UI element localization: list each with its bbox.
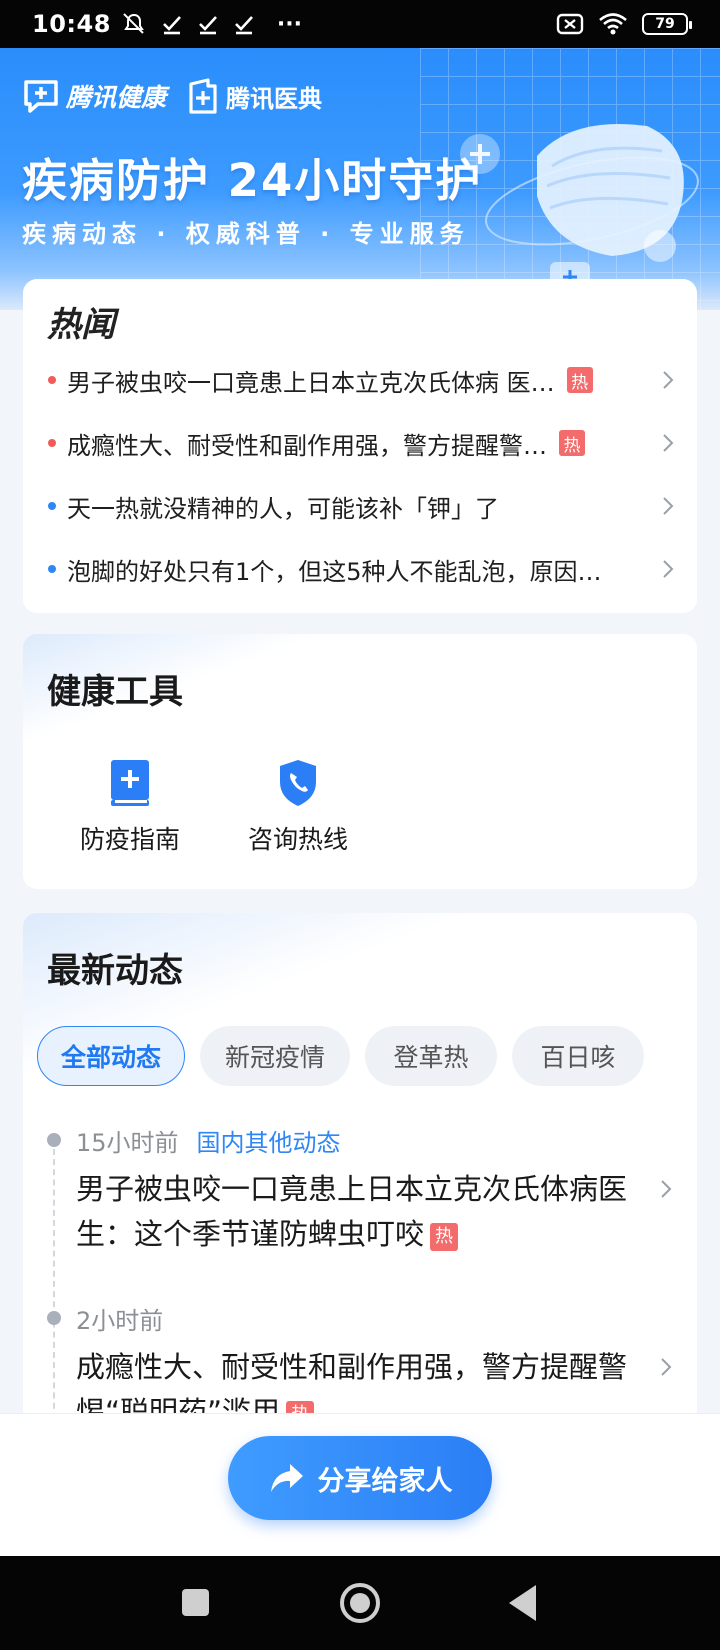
news-dot bbox=[48, 565, 56, 573]
tab-all[interactable]: 全部动态 bbox=[37, 1026, 185, 1086]
phone-shield-icon bbox=[280, 760, 316, 806]
health-tools-title: 健康工具 bbox=[47, 672, 183, 712]
share-arrow-icon bbox=[270, 1464, 303, 1492]
dynamics-title: 男子被虫咬一口竟患上日本立克次氏体病医生：这个季节谨防蜱虫叮咬热 bbox=[76, 1167, 636, 1257]
tool-consult-hotline[interactable]: 咨询热线 bbox=[228, 758, 368, 856]
check-icon bbox=[234, 16, 253, 35]
logo1-text: 腾讯健康 bbox=[66, 83, 167, 112]
dynamics-meta: 2小时前 bbox=[76, 1301, 163, 1336]
tool-label: 咨询热线 bbox=[247, 825, 348, 854]
tencent-health-logo: 腾讯健康 bbox=[22, 78, 166, 114]
back-button[interactable] bbox=[509, 1585, 536, 1621]
health-tools-card: 健康工具 防疫指南 咨询热线 bbox=[23, 634, 697, 889]
battery-icon: 79 bbox=[642, 13, 692, 35]
mute-bell-icon bbox=[123, 13, 144, 34]
dynamics-meta: 15小时前 国内其他动态 bbox=[76, 1123, 341, 1158]
brand-logos: 腾讯健康 腾讯医典 bbox=[22, 78, 322, 114]
dynamics-item[interactable]: 2小时前 成瘾性大、耐受性和副作用强，警方提醒警惕“聪明药”滥用热 bbox=[23, 1301, 697, 1413]
chevron-right-icon bbox=[661, 1358, 672, 1376]
latest-dynamics-title: 最新动态 bbox=[47, 951, 183, 991]
system-nav-bar bbox=[0, 1556, 720, 1650]
timeline-dot bbox=[47, 1311, 61, 1325]
hot-news-card: 热闻 男子被虫咬一口竟患上日本立克次氏体病 医… 热 成瘾性大、耐受性和副作用强… bbox=[23, 279, 697, 613]
hero-banner: 腾讯健康 腾讯医典 疾病防护 24小时守护 疾病动态 · 权威科普 · 专业服务 bbox=[0, 48, 720, 310]
news-item-text: 泡脚的好处只有1个，但这5种人不能乱泡，原因… bbox=[67, 557, 602, 586]
home-button[interactable] bbox=[340, 1583, 380, 1623]
status-notification-icons: ··· bbox=[121, 12, 302, 37]
news-item-text: 成瘾性大、耐受性和副作用强，警方提醒警… bbox=[67, 431, 547, 460]
tab-pertussis[interactable]: 百日咳 bbox=[512, 1026, 644, 1086]
battery-level: 79 bbox=[655, 16, 675, 32]
medical-book-icon bbox=[111, 760, 149, 806]
dynamics-title-text: 男子被虫咬一口竟患上日本立克次氏体病医生：这个季节谨防蜱虫叮咬 bbox=[76, 1172, 628, 1251]
news-item[interactable]: 成瘾性大、耐受性和副作用强，警方提醒警… 热 bbox=[23, 418, 697, 468]
dynamics-title: 成瘾性大、耐受性和副作用强，警方提醒警惕“聪明药”滥用热 bbox=[76, 1345, 636, 1413]
dynamics-time: 2小时前 bbox=[76, 1307, 164, 1335]
check-icon bbox=[162, 16, 181, 35]
chevron-right-icon bbox=[663, 371, 674, 389]
news-item-text: 男子被虫咬一口竟患上日本立克次氏体病 医… bbox=[67, 368, 555, 397]
hot-news-title: 热闻 bbox=[47, 305, 115, 345]
bottom-share-bar: 分享给家人 bbox=[0, 1413, 720, 1556]
chevron-right-icon bbox=[661, 1180, 672, 1198]
hot-badge: 热 bbox=[430, 1222, 459, 1251]
tab-dengue[interactable]: 登革热 bbox=[365, 1026, 497, 1086]
dynamics-time: 15小时前 bbox=[76, 1129, 179, 1157]
chevron-right-icon bbox=[663, 434, 674, 452]
check-icon bbox=[198, 16, 217, 35]
dynamics-category: 国内其他动态 bbox=[196, 1129, 341, 1157]
hot-badge: 热 bbox=[286, 1400, 315, 1413]
timeline-dot bbox=[47, 1133, 61, 1147]
dynamics-title-text: 成瘾性大、耐受性和副作用强，警方提醒警惕“聪明药”滥用 bbox=[76, 1350, 628, 1413]
latest-dynamics-card: 最新动态 全部动态 新冠疫情 登革热 百日咳 15小时前 国内其他动态 男子被虫咬… bbox=[23, 913, 697, 1413]
more-notifications-dots: ··· bbox=[276, 11, 302, 37]
mask-illustration-icon bbox=[460, 124, 699, 292]
dynamics-item[interactable]: 15小时前 国内其他动态 男子被虫咬一口竟患上日本立克次氏体病医生：这个季节谨防蜱… bbox=[23, 1123, 697, 1273]
tool-epidemic-guide[interactable]: 防疫指南 bbox=[60, 758, 200, 856]
tencent-medical-logo: 腾讯医典 bbox=[186, 78, 322, 114]
share-button-label: 分享给家人 bbox=[317, 1465, 453, 1497]
news-item[interactable]: 泡脚的好处只有1个，但这5种人不能乱泡，原因… bbox=[23, 544, 697, 594]
chevron-right-icon bbox=[663, 560, 674, 578]
hero-subtitle: 疾病动态 · 权威科普 · 专业服务 bbox=[22, 220, 470, 248]
plus-chat-icon bbox=[24, 80, 58, 113]
hot-badge: 热 bbox=[566, 367, 593, 393]
news-item[interactable]: 天一热就没精神的人，可能该补「钾」了 bbox=[23, 481, 697, 531]
tab-covid[interactable]: 新冠疫情 bbox=[200, 1026, 350, 1086]
hot-badge: 热 bbox=[559, 430, 585, 456]
medical-book-logo-icon bbox=[189, 78, 217, 114]
chevron-right-icon bbox=[663, 497, 674, 515]
news-dot bbox=[48, 439, 56, 447]
hero-title: 疾病防护 24小时守护 bbox=[22, 154, 483, 207]
dynamics-tabs: 全部动态 新冠疫情 登革热 百日咳 bbox=[37, 1026, 644, 1086]
news-dot bbox=[48, 376, 56, 384]
status-time: 10:48 bbox=[32, 10, 111, 38]
wifi-icon bbox=[599, 13, 627, 35]
share-button[interactable]: 分享给家人 bbox=[228, 1436, 492, 1520]
tool-label: 防疫指南 bbox=[79, 825, 180, 854]
recents-button[interactable] bbox=[182, 1589, 209, 1616]
news-item-text: 天一热就没精神的人，可能该补「钾」了 bbox=[67, 494, 499, 523]
news-dot bbox=[48, 502, 56, 510]
no-sim-icon bbox=[556, 13, 584, 35]
logo2-text: 腾讯医典 bbox=[226, 84, 323, 113]
news-item[interactable]: 男子被虫咬一口竟患上日本立克次氏体病 医… 热 bbox=[23, 355, 697, 405]
status-bar: 10:48 ··· 79 bbox=[0, 0, 720, 48]
